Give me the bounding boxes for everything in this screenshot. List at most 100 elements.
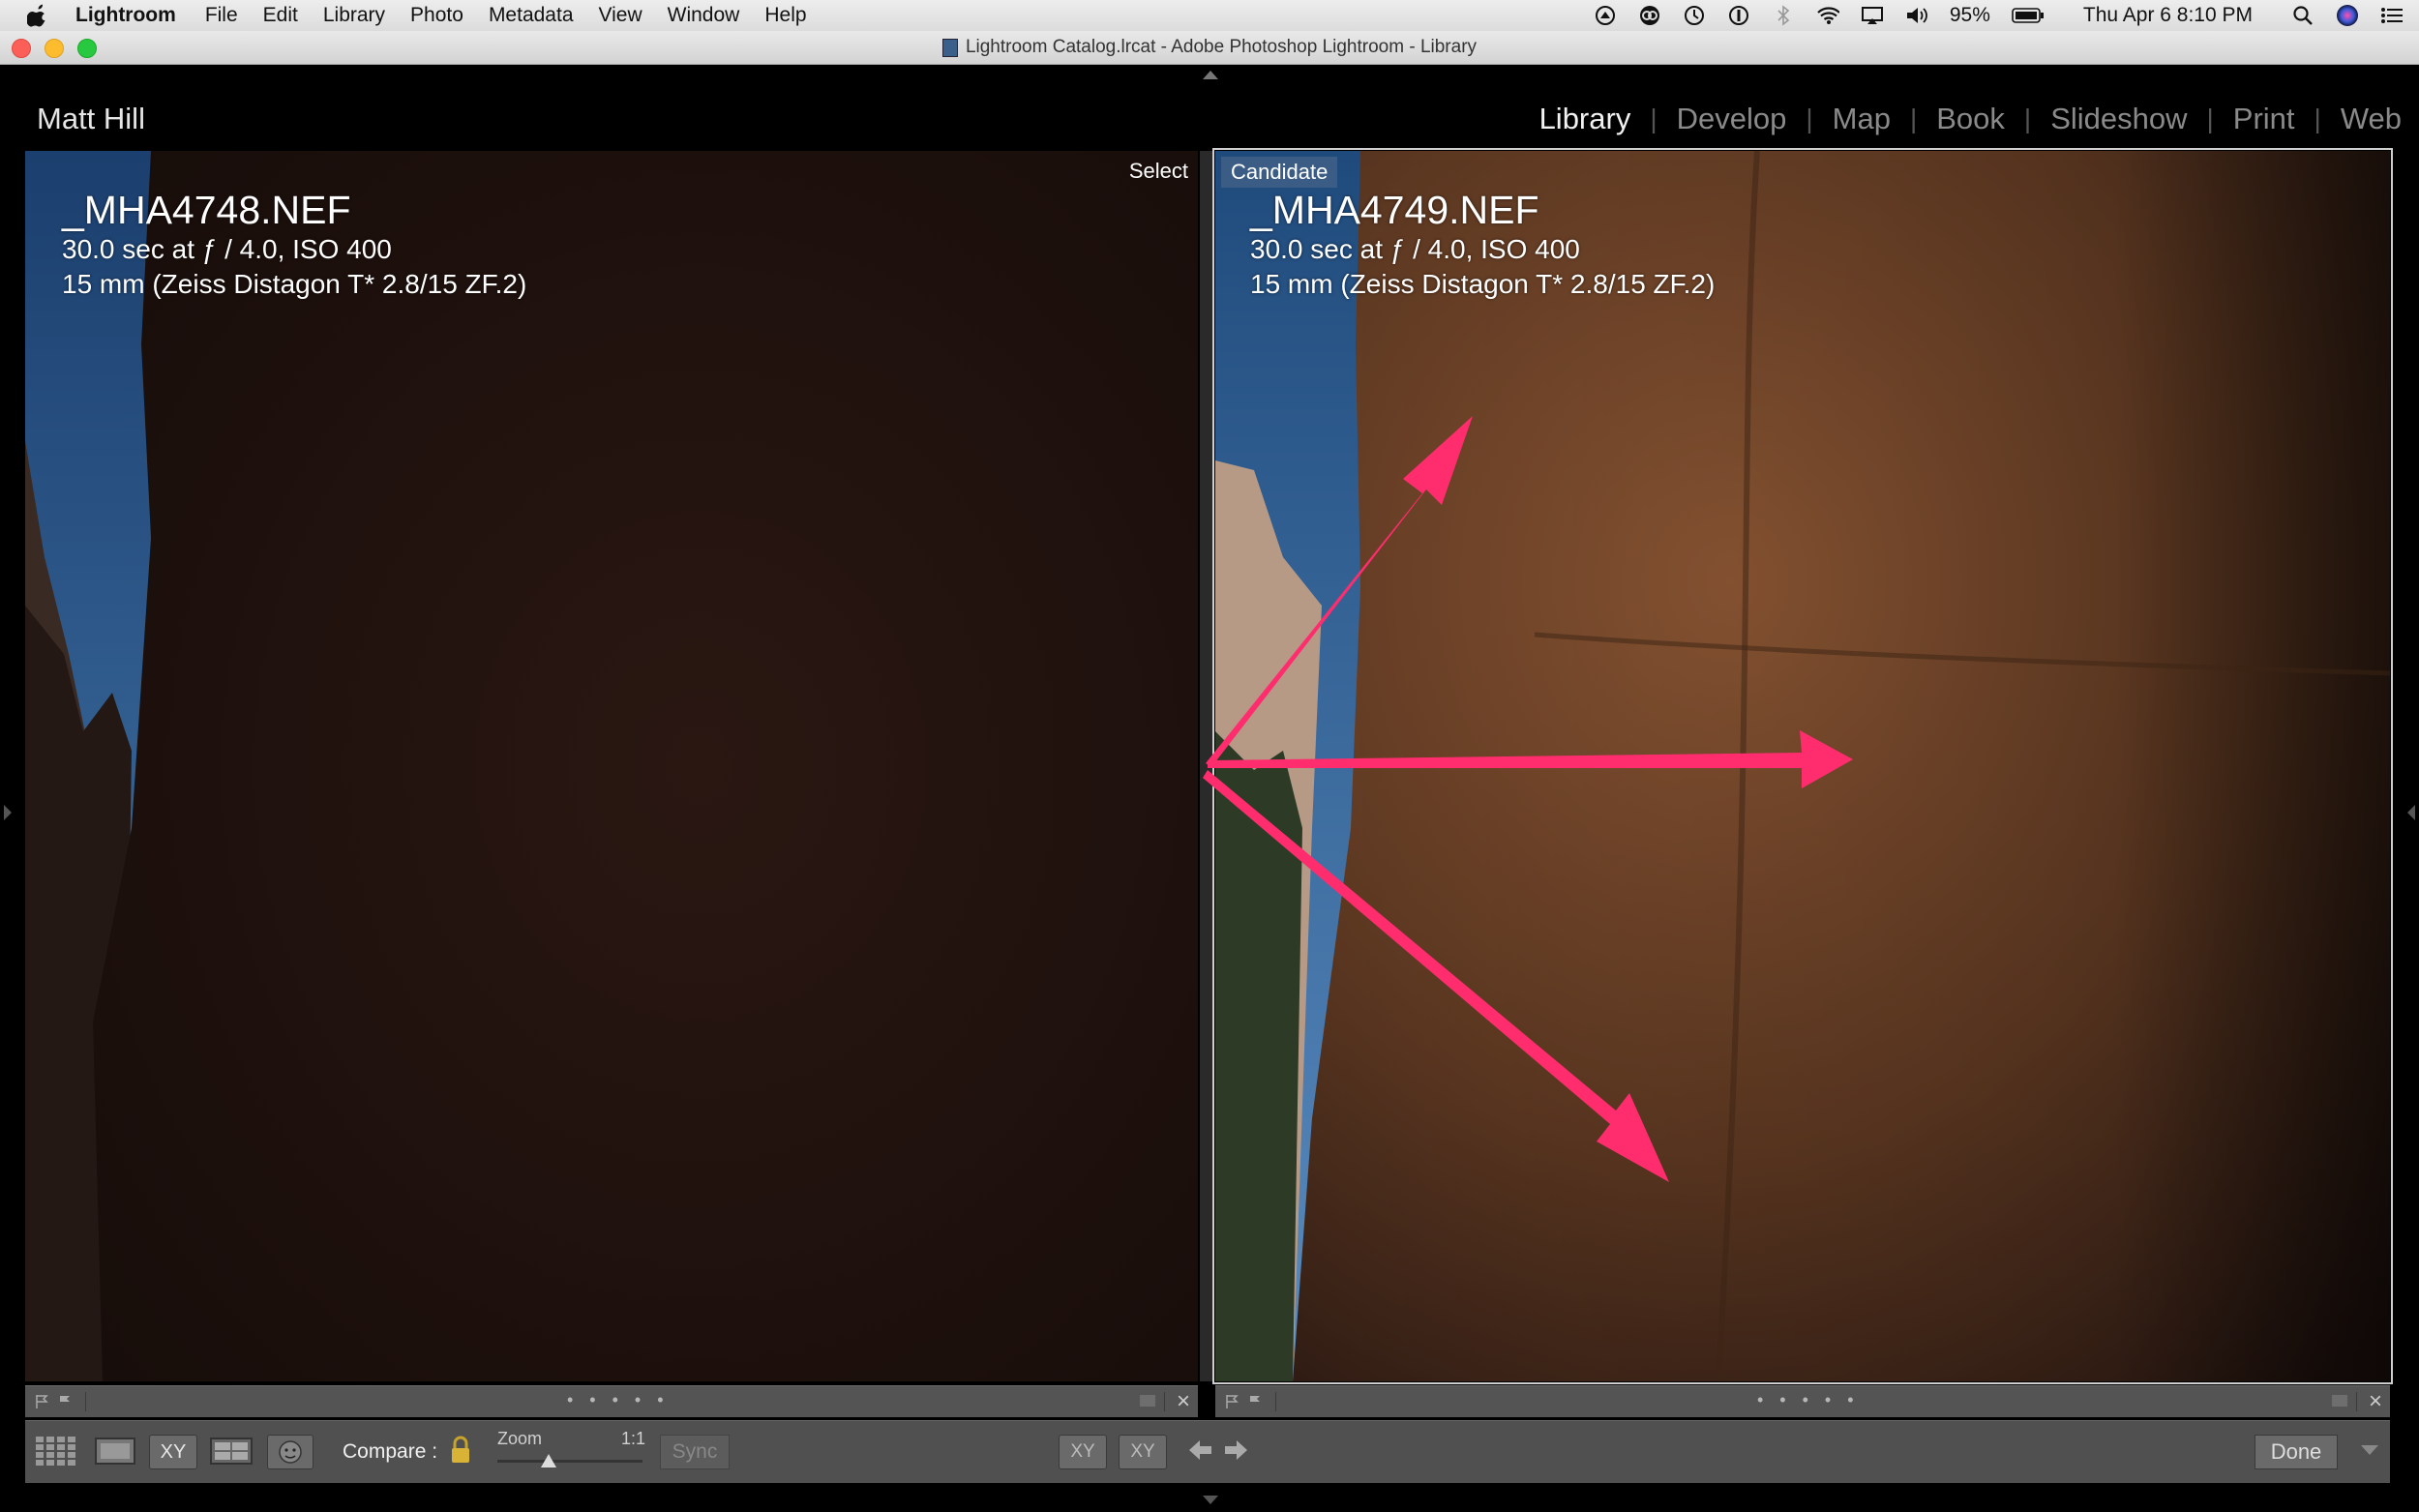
candidate-exposure: 30.0 sec at ƒ / 4.0, ISO 400 [1250,234,1580,264]
module-develop[interactable]: Develop [1657,102,1807,136]
select-photo-pane[interactable]: Select _MHA4748.NEF 30.0 sec at ƒ / 4.0,… [25,151,1198,1381]
document-proxy-icon[interactable] [941,38,958,57]
select-exposure: 30.0 sec at ƒ / 4.0, ISO 400 [62,234,392,264]
time-machine-icon[interactable] [1683,4,1706,27]
module-bar: Matt Hill Library | Develop | Map | Book… [0,65,2419,148]
module-library[interactable]: Library [1520,102,1651,136]
people-face-icon [279,1440,302,1464]
candidate-photo-pane[interactable]: Candidate _MHA4749.NEF 30.0 sec at ƒ / 4… [1212,148,2393,1384]
module-separator: | [2314,104,2321,133]
notification-center-icon[interactable] [2380,4,2404,27]
sync-button[interactable]: Sync [660,1435,730,1469]
menubar-clock[interactable]: Thu Apr 6 8:10 PM [2083,4,2253,27]
volume-icon[interactable] [1905,4,1928,27]
compare-view-button[interactable]: XY [149,1435,197,1469]
menu-window[interactable]: Window [668,4,740,27]
menu-photo[interactable]: Photo [410,4,463,27]
module-book[interactable]: Book [1917,102,2024,136]
people-view-button[interactable] [267,1435,314,1469]
swap-label: XY [1070,1441,1095,1462]
select-photo-info: _MHA4748.NEF 30.0 sec at ƒ / 4.0, ISO 40… [62,188,526,302]
siri-icon[interactable] [2336,4,2359,27]
menu-app-name[interactable]: Lightroom [75,4,176,27]
compare-view-label: XY [160,1440,187,1463]
strip-divider [1164,1392,1165,1411]
compare-label: Compare : [343,1440,438,1463]
bluetooth-icon[interactable] [1772,4,1795,27]
candidate-lens: 15 mm (Zeiss Distagon T* 2.8/15 ZF.2) [1250,269,1716,299]
unflag-icon[interactable] [35,1394,50,1409]
status-area: 95% Thu Apr 6 8:10 PM [1594,0,2404,31]
spotlight-search-icon[interactable] [2291,4,2314,27]
battery-percent: 95% [1949,4,1990,26]
module-print[interactable]: Print [2214,102,2314,136]
make-select-label: XY [1130,1441,1155,1462]
grid-view-button[interactable] [35,1435,77,1468]
flag-icon[interactable] [1248,1394,1264,1409]
menu-help[interactable]: Help [764,4,806,27]
zoom-slider-thumb[interactable] [540,1454,556,1468]
next-photo-icon[interactable] [1223,1438,1250,1462]
strip-divider [2356,1392,2357,1411]
select-lens: 15 mm (Zeiss Distagon T* 2.8/15 ZF.2) [62,269,527,299]
menu-edit[interactable]: Edit [263,4,298,27]
swap-button[interactable]: XY [1059,1435,1107,1469]
menu-view[interactable]: View [599,4,642,27]
close-window-button[interactable] [12,39,31,58]
rating-dots[interactable]: • • • • • [567,1390,670,1410]
done-button[interactable]: Done [2255,1435,2338,1469]
module-map[interactable]: Map [1813,102,1910,136]
loupe-view-button[interactable] [93,1435,137,1468]
top-panel-toggle-icon[interactable] [1203,71,1218,79]
candidate-photo-info: _MHA4749.NEF 30.0 sec at ƒ / 4.0, ISO 40… [1250,188,1715,302]
module-separator: | [1909,104,1918,133]
window-title-bar: Lightroom Catalog.lrcat - Adobe Photosho… [0,31,2419,65]
close-icon[interactable]: × [2369,1388,2382,1415]
module-slideshow[interactable]: Slideshow [2031,102,2206,136]
strip-divider [85,1392,86,1411]
color-label-icon[interactable] [2332,1395,2347,1407]
filmstrip-toggle-icon[interactable] [1203,1496,1218,1504]
left-panel-toggle-icon[interactable] [4,805,12,820]
airplay-icon[interactable] [1861,4,1884,27]
strip-divider [1275,1392,1276,1411]
menu-library[interactable]: Library [323,4,385,27]
module-separator: | [1806,104,1813,133]
unflag-icon[interactable] [1225,1394,1240,1409]
candidate-badge: Candidate [1221,157,1338,188]
minimize-window-button[interactable] [45,39,64,58]
zoom-max-label: 1:1 [621,1429,646,1448]
select-badge: Select [1128,159,1188,183]
menu-metadata[interactable]: Metadata [489,4,574,27]
flag-icon[interactable] [58,1394,74,1409]
module-picker: Library | Develop | Map | Book | Slidesh… [1520,102,2402,136]
zoom-window-button[interactable] [77,39,97,58]
creative-cloud-icon[interactable] [1638,4,1661,27]
menu-file[interactable]: File [205,4,238,27]
survey-view-button[interactable] [209,1435,254,1468]
loupe-view-icon [95,1438,135,1465]
window-title: Lightroom Catalog.lrcat - Adobe Photosho… [965,37,1478,57]
backup-icon[interactable] [1594,4,1617,27]
lock-icon[interactable] [449,1435,472,1466]
pane-divider [1200,151,1213,1381]
apple-menu-icon[interactable] [27,3,52,28]
wifi-icon[interactable] [1816,4,1839,27]
module-separator: | [1650,104,1657,133]
password-manager-icon[interactable] [1727,4,1750,27]
candidate-photo [1215,151,2390,1381]
make-select-button[interactable]: XY [1119,1435,1167,1469]
close-icon[interactable]: × [1177,1388,1190,1415]
bottom-toolbar: XY Compare : Zoom 1:1 Sync XY XY Done [25,1420,2390,1483]
battery-icon[interactable] [2012,4,2045,27]
zoom-slider-track[interactable] [497,1460,642,1463]
previous-photo-icon[interactable] [1186,1438,1213,1462]
toolbar-options-chevron-down-icon[interactable] [2359,1442,2380,1458]
module-web[interactable]: Web [2321,102,2402,136]
identity-plate[interactable]: Matt Hill [37,102,145,136]
window-controls [12,39,97,58]
right-panel-toggle-icon[interactable] [2407,805,2415,820]
color-label-icon[interactable] [1140,1395,1155,1407]
rating-dots[interactable]: • • • • • [1757,1390,1860,1410]
module-separator: | [2206,104,2214,133]
